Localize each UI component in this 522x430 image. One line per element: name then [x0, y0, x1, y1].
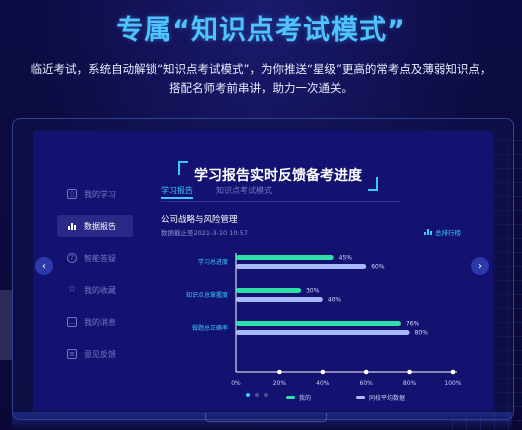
x-tick-label: 40% [316, 380, 330, 387]
progress-bar-chart: 0% 20% 40% 60% 80% 100% 学习总进度 45% 60% 知识点总掌握度 30% 4… [186, 253, 461, 402]
legend-swatch [286, 396, 295, 399]
sidebar: ▯ 我的学习 数据报告 ? 智能答疑 ☆ 我的收藏 … 我的消息 ≡ 意见反馈 [57, 183, 157, 375]
report-content: 学习报告 知识点考试模式 公司战略与风险管理 数据截止至2021-3-10 10… [161, 185, 461, 405]
carousel-next-button[interactable]: › [471, 257, 489, 275]
sidebar-item-label: 数据报告 [84, 221, 116, 231]
bar [236, 321, 401, 326]
bar-value-label: 80% [415, 330, 429, 337]
x-tick-label: 0% [231, 380, 241, 387]
sidebar-item-label: 我的消息 [84, 317, 116, 327]
legend-label: 我的 [299, 394, 311, 402]
category-label: 知识点总掌握度 [186, 291, 228, 299]
sidebar-item-label: 智能答疑 [84, 253, 116, 263]
report-subject: 公司战略与风险管理 [161, 215, 238, 225]
sidebar-item-smart-qa[interactable]: ? 智能答疑 [57, 247, 157, 269]
tab-bar: 学习报告 知识点考试模式 [161, 185, 401, 202]
bar [236, 264, 367, 269]
leaderboard-label: 总排行榜 [435, 229, 461, 237]
x-tick-marker [320, 369, 326, 375]
carousel-dot[interactable] [246, 393, 250, 397]
device-screen: 学习报告实时反馈备考进度 ▯ 我的学习 数据报告 ? 智能答疑 ☆ 我的收藏 …… [33, 131, 493, 411]
tab-study-report[interactable]: 学习报告 [161, 185, 193, 199]
sidebar-item-label: 意见反馈 [84, 349, 116, 359]
hero-desc-line-2: 搭配名师考前串讲，助力一次通关。 [169, 81, 353, 95]
bar-value-label: 40% [328, 297, 342, 304]
sidebar-item-my-study[interactable]: ▯ 我的学习 [57, 183, 157, 205]
bar [236, 297, 323, 302]
hero-title: 专属“知识点考试模式” [116, 15, 406, 46]
chevron-left-icon: ‹ [42, 260, 46, 272]
message-icon: … [67, 317, 77, 327]
chevron-right-icon: › [478, 260, 482, 272]
device-stand [205, 413, 327, 422]
x-tick-marker [407, 369, 412, 375]
report-date: 数据截止至2021-3-10 10:57 [161, 229, 248, 237]
x-tick-marker [450, 369, 456, 375]
x-tick-label: 100% [444, 380, 461, 387]
panel-title: 学习报告实时反馈备考进度 [194, 168, 362, 184]
star-icon: ☆ [67, 284, 77, 295]
legend-label: 同校平均数据 [369, 394, 405, 402]
tab-exam-mode[interactable]: 知识点考试模式 [216, 185, 272, 196]
x-tick-label: 80% [403, 380, 417, 387]
device-frame: 学习报告实时反馈备考进度 ▯ 我的学习 数据报告 ? 智能答疑 ☆ 我的收藏 …… [12, 118, 514, 420]
category-label: 学习总进度 [198, 258, 228, 266]
bar [236, 330, 410, 335]
category-label: 做题总正确率 [192, 324, 228, 332]
x-tick-marker [363, 369, 369, 375]
book-icon: ▯ [67, 189, 77, 199]
bar [236, 255, 334, 260]
carousel-dot[interactable] [255, 393, 259, 397]
hero-description: 临近考试，系统自动解锁“知识点考试模式”，为你推送“星级”更高的常考点及薄弱知识… [14, 60, 508, 98]
carousel-prev-button[interactable]: ‹ [35, 257, 53, 275]
sidebar-item-feedback[interactable]: ≡ 意见反馈 [57, 343, 157, 365]
sidebar-item-messages[interactable]: … 我的消息 [57, 311, 157, 333]
question-icon: ? [67, 253, 77, 263]
sidebar-item-label: 我的收藏 [84, 285, 116, 295]
sidebar-item-label: 我的学习 [84, 189, 116, 199]
bar-value-label: 30% [306, 288, 320, 295]
decorative-block [0, 290, 12, 360]
sidebar-item-favorites[interactable]: ☆ 我的收藏 [57, 279, 157, 301]
feedback-icon: ≡ [67, 349, 77, 359]
sidebar-item-data-report[interactable]: 数据报告 [57, 215, 133, 237]
bar-value-label: 60% [371, 264, 385, 271]
legend-swatch [356, 396, 365, 399]
bar-value-label: 76% [406, 321, 420, 328]
bar-value-label: 45% [339, 255, 353, 262]
bar-chart-icon [67, 221, 77, 231]
carousel-dots [246, 393, 268, 397]
bar [236, 288, 302, 293]
carousel-dot[interactable] [264, 393, 268, 397]
x-tick-label: 20% [273, 380, 287, 387]
leaderboard-icon [424, 229, 432, 235]
x-tick-label: 60% [360, 380, 374, 387]
x-tick-marker [277, 369, 282, 375]
hero-desc-line-1: 临近考试，系统自动解锁“知识点考试模式”，为你推送“星级”更高的常考点及薄弱知识… [30, 62, 492, 76]
leaderboard-link[interactable]: 总排行榜 [424, 227, 461, 237]
